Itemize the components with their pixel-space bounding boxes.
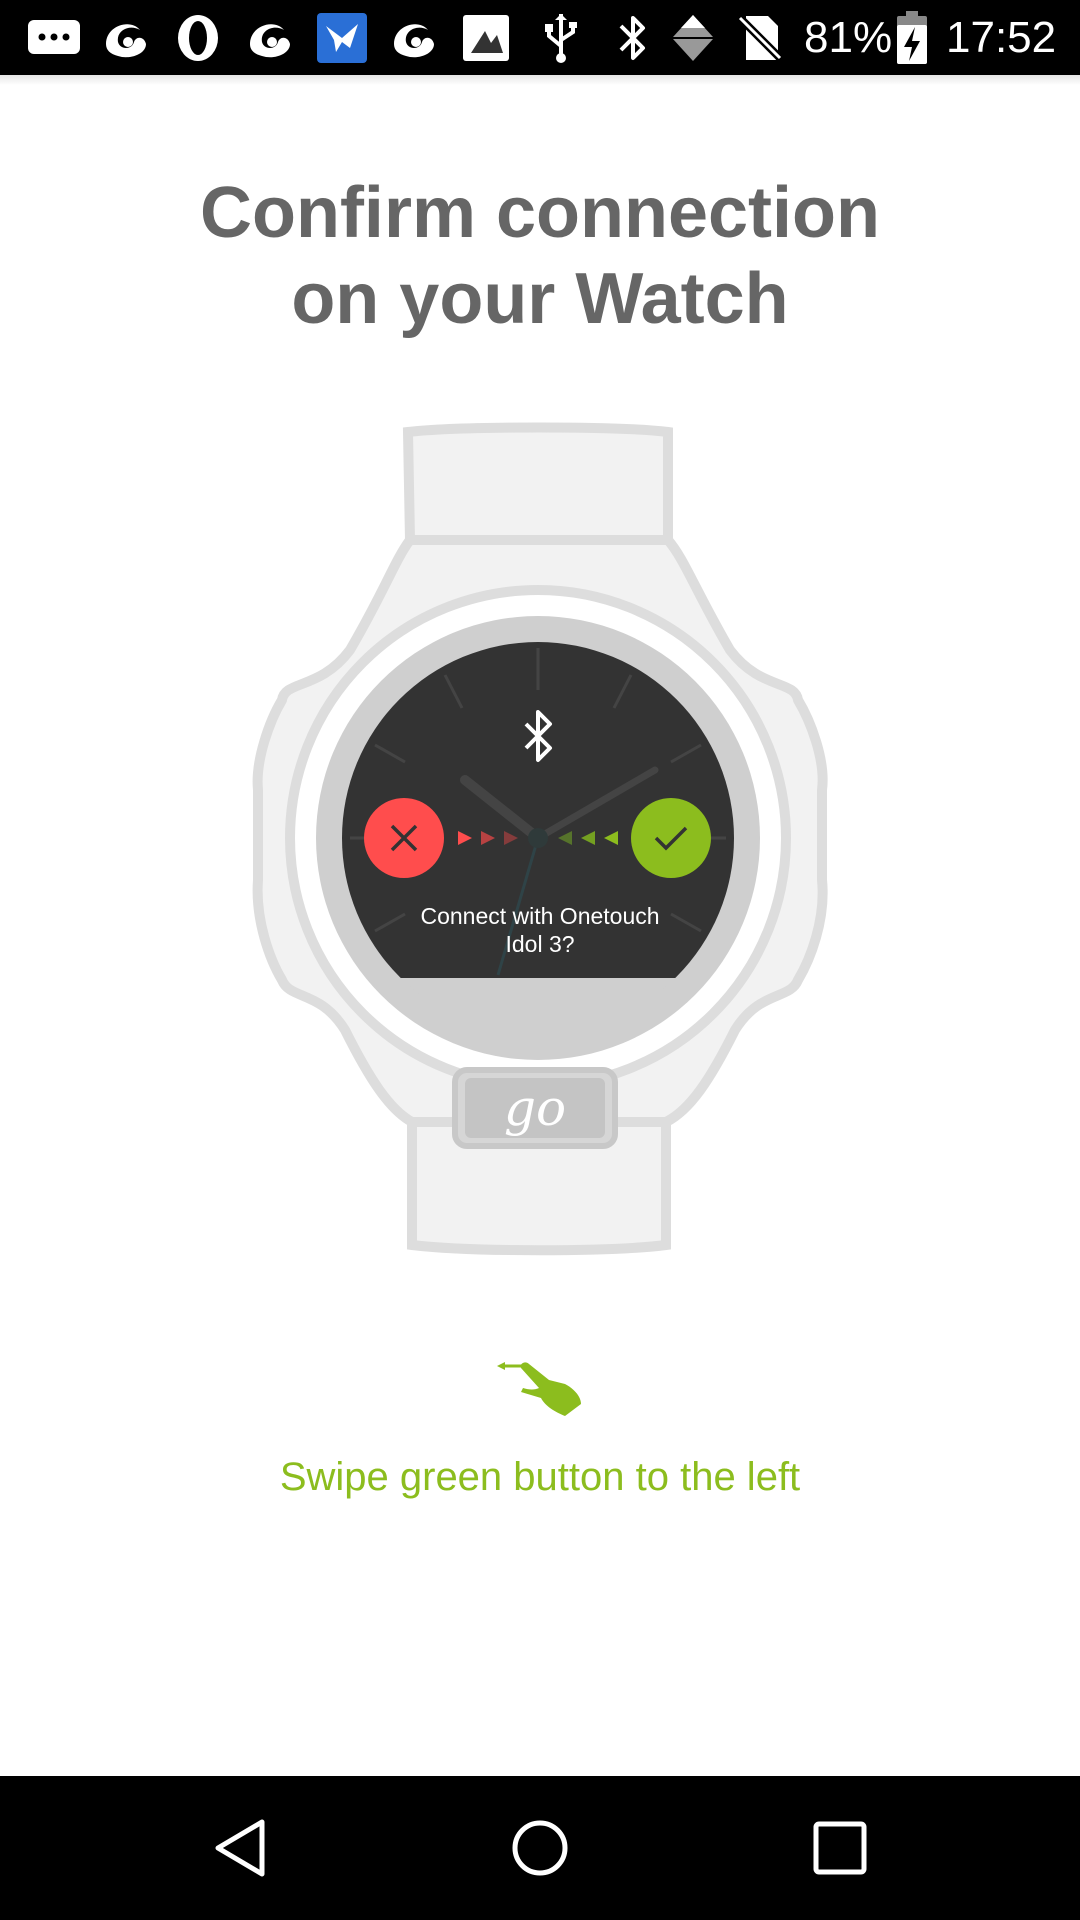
- home-icon: [512, 1820, 568, 1876]
- swipe-hint: Swipe green button to the left: [279, 1455, 801, 1499]
- back-button[interactable]: [160, 1776, 320, 1920]
- watch-logo: go: [503, 1079, 567, 1137]
- swipe-hand-icon: [497, 1362, 581, 1416]
- watch-prompt-line2: Idol 3?: [505, 931, 575, 957]
- watch-prompt: Connect with Onetouch Idol 3?: [390, 902, 690, 958]
- home-button[interactable]: [460, 1776, 620, 1920]
- watch-strap-top: [402, 422, 673, 545]
- navigation-bar: [0, 1776, 1080, 1920]
- accept-button: [631, 798, 711, 878]
- back-icon: [215, 1819, 265, 1877]
- recents-button[interactable]: [760, 1776, 920, 1920]
- watch-prompt-line1: Connect with Onetouch: [420, 903, 660, 929]
- recents-icon: [813, 1821, 867, 1875]
